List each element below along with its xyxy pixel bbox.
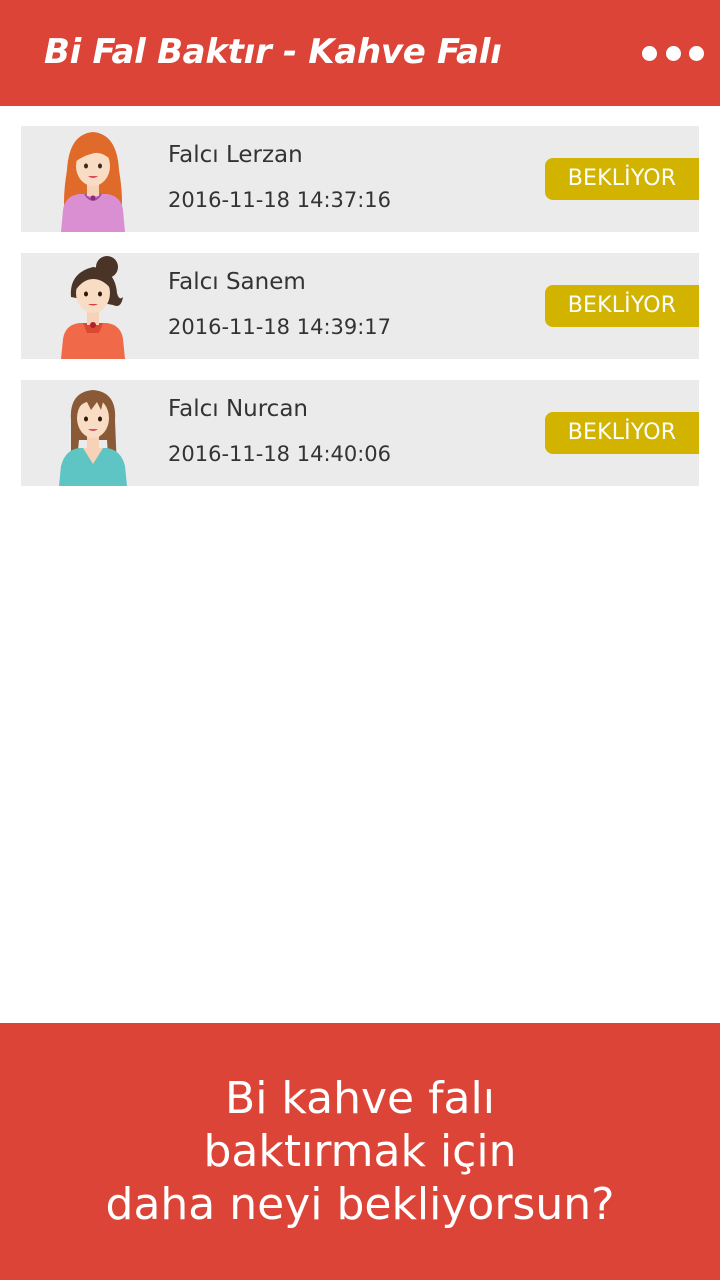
fortune-teller-name: Falcı Sanem [168,269,306,295]
menu-dot [689,45,704,61]
fortune-teller-name: Falcı Lerzan [168,142,303,168]
list-item-lerzan[interactable]: Falcı Lerzan 2016-11-18 14:37:16 BEKLİYO… [21,126,699,232]
more-options-icon[interactable] [642,38,704,68]
status-badge: BEKLİYOR [545,412,699,454]
avatar-sanem-icon [47,253,139,359]
cta-line-3: daha neyi bekliyorsun? [105,1179,615,1230]
request-timestamp: 2016-11-18 14:37:16 [168,188,392,212]
cta-line-1: Bi kahve falı [225,1073,495,1124]
menu-dot [642,45,657,61]
menu-dot [665,45,681,61]
avatar-lerzan-icon [47,126,139,232]
list-item-nurcan[interactable]: Falcı Nurcan 2016-11-18 14:40:06 BEKLİYO… [21,380,699,486]
fortune-request-list: Falcı Lerzan 2016-11-18 14:37:16 BEKLİYO… [21,126,699,507]
cta-line-2: baktırmak için [203,1126,517,1177]
app-title: Bi Fal Baktır - Kahve Falı [44,32,502,72]
fortune-teller-name: Falcı Nurcan [168,396,308,422]
list-item-sanem[interactable]: Falcı Sanem 2016-11-18 14:39:17 BEKLİYOR [21,253,699,359]
request-timestamp: 2016-11-18 14:39:17 [168,315,392,339]
status-badge: BEKLİYOR [545,158,699,200]
new-fortune-cta-button[interactable]: Bi kahve falı baktırmak için daha neyi b… [0,1023,720,1280]
avatar-nurcan-icon [47,380,139,486]
app-bar: Bi Fal Baktır - Kahve Falı [0,0,720,106]
request-timestamp: 2016-11-18 14:40:06 [168,442,392,466]
status-badge: BEKLİYOR [545,285,699,327]
